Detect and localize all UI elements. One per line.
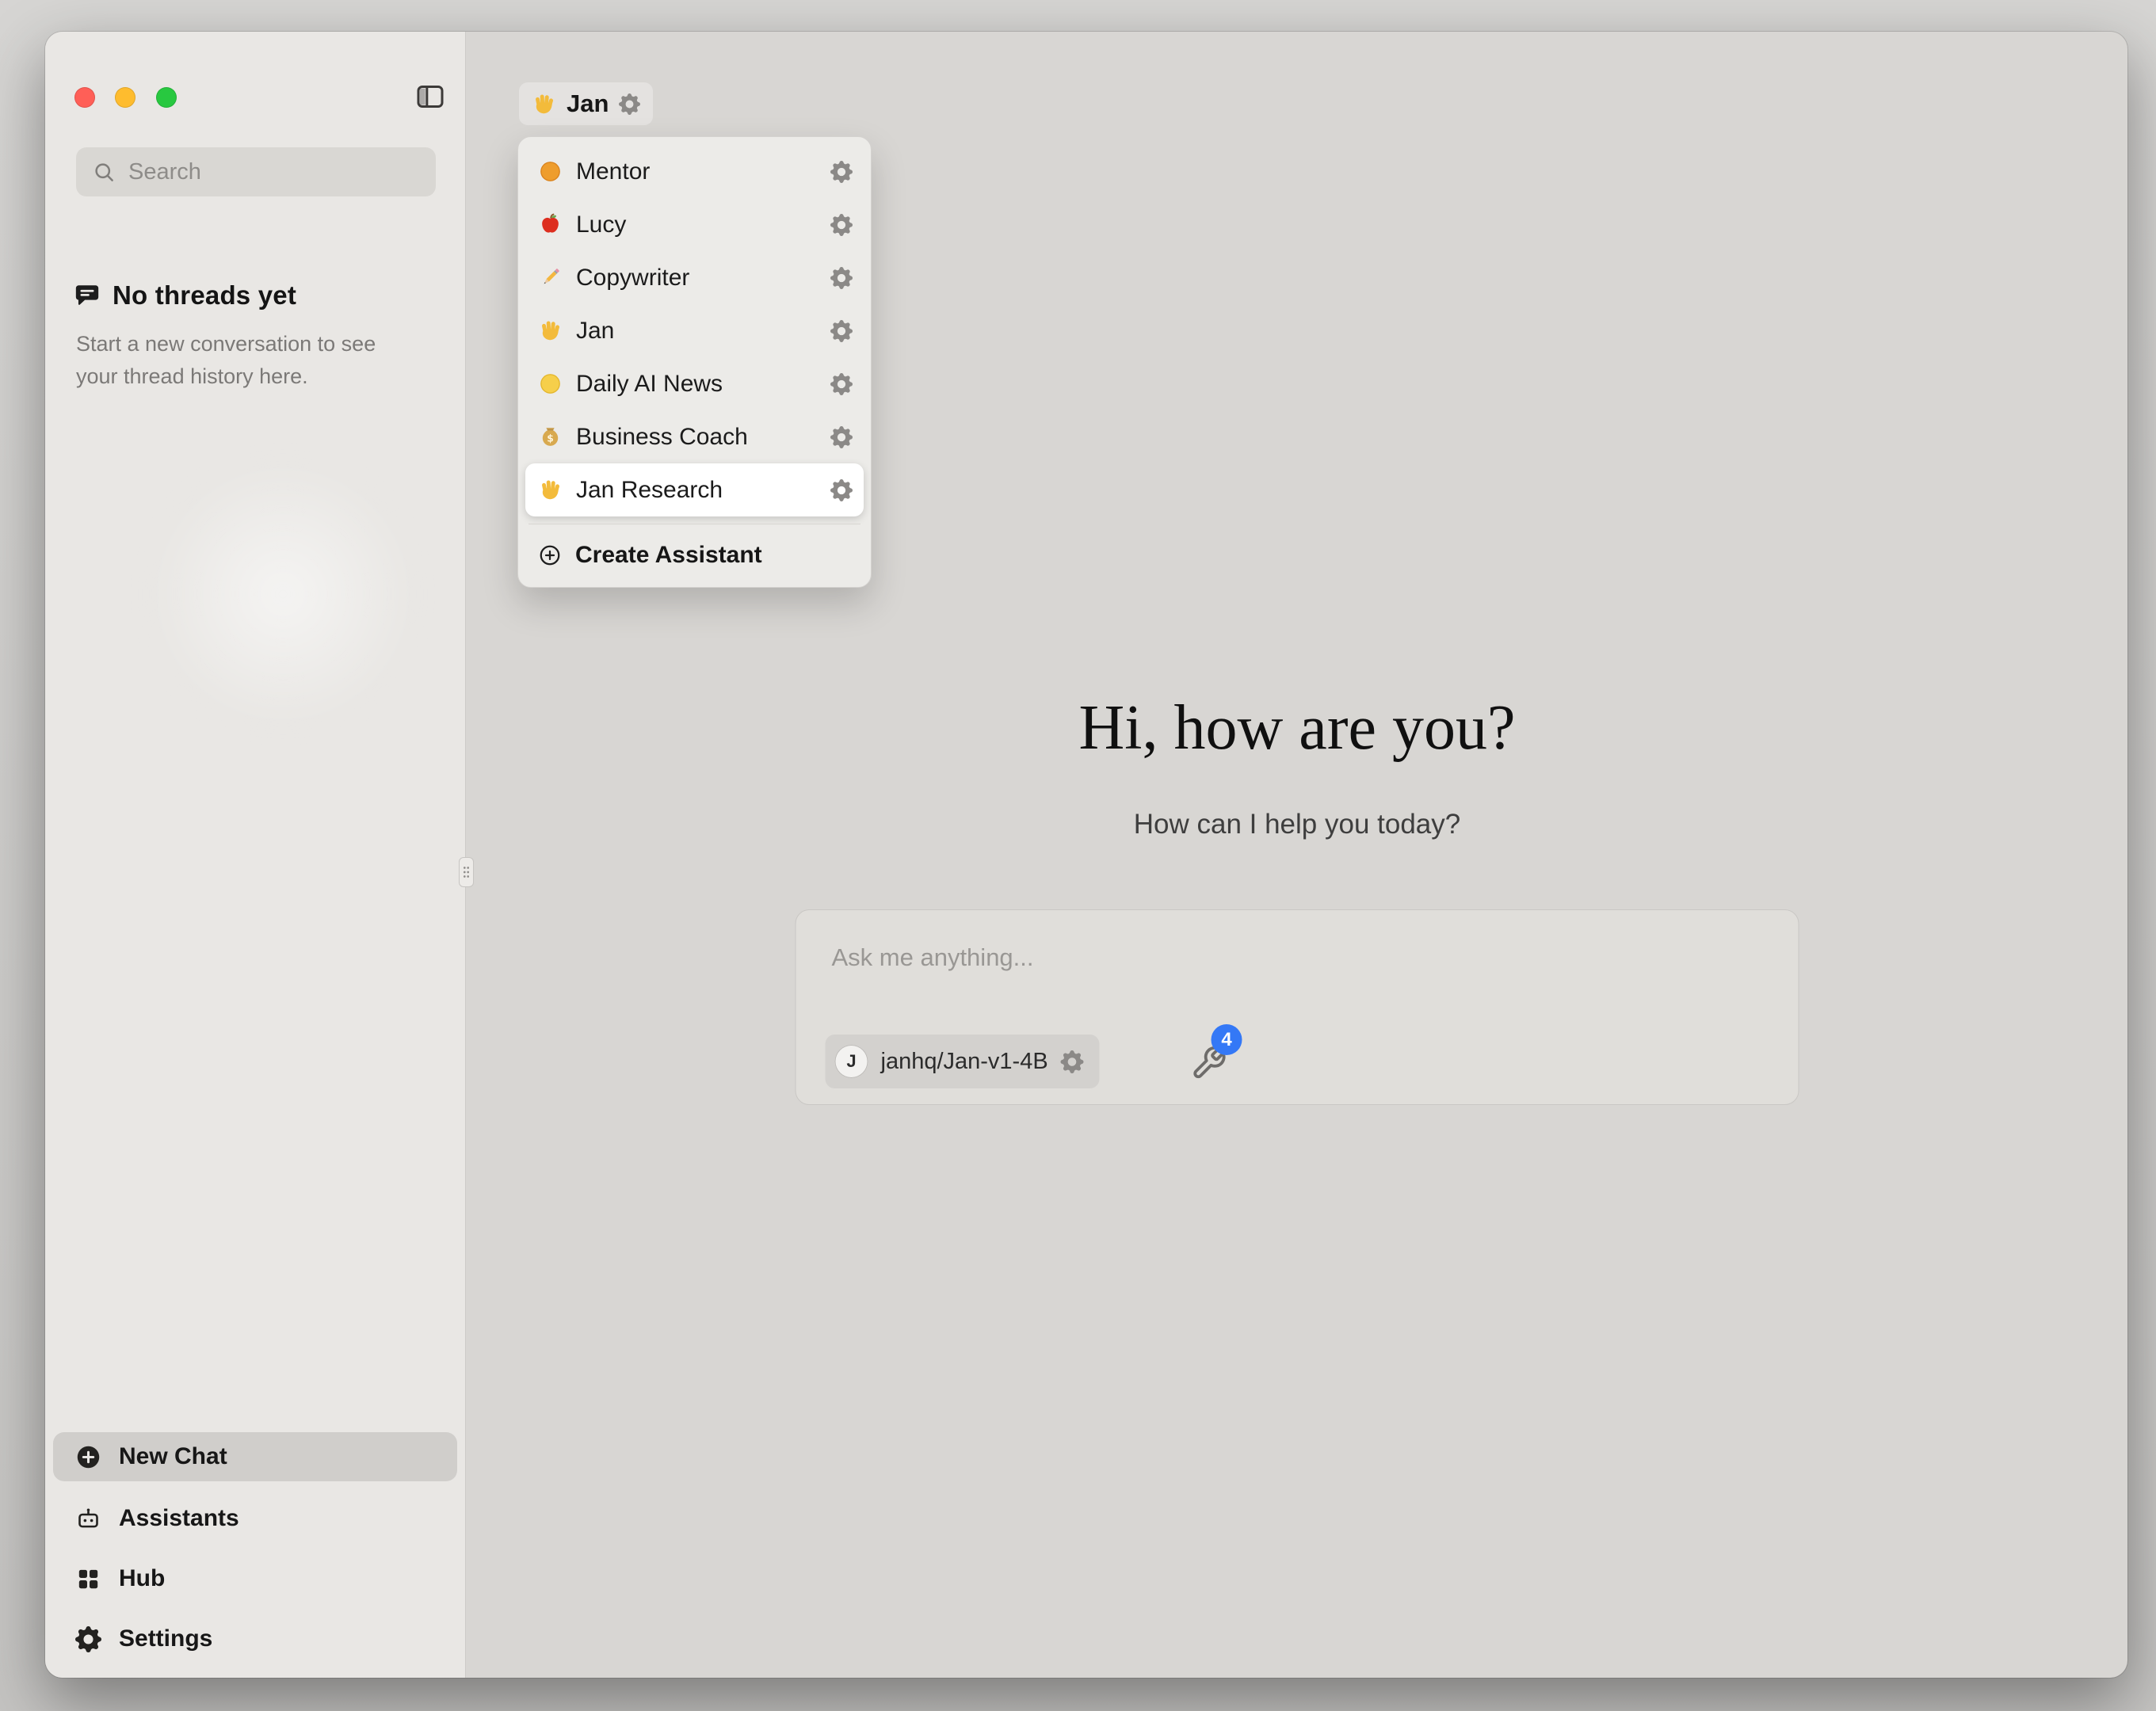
empty-state-title: No threads yet	[113, 280, 296, 311]
sidebar-item-settings[interactable]: Settings	[53, 1614, 457, 1663]
sidebar-item-label: New Chat	[119, 1443, 227, 1470]
model-selector[interactable]: J janhq/Jan-v1-4B	[826, 1035, 1100, 1088]
search-input[interactable]	[76, 147, 436, 196]
gear-icon[interactable]	[830, 373, 853, 395]
assistant-menu-item-mentor[interactable]: Mentor	[525, 145, 864, 198]
sidebar-resize-handle[interactable]	[459, 857, 474, 887]
greeting: Hi, how are you? How can I help you toda…	[467, 692, 2127, 840]
yellow-circle-emoji-icon	[538, 372, 563, 396]
assistant-header-chip[interactable]: Jan	[519, 82, 653, 125]
close-button[interactable]	[74, 87, 95, 108]
chat-bubble-icon	[74, 282, 101, 309]
assistants-icon	[75, 1506, 101, 1532]
wave-emoji-icon	[538, 478, 563, 502]
assistant-menu-item-label: Lucy	[576, 211, 817, 238]
app-window: No threads yet Start a new conversation …	[45, 32, 2127, 1678]
chat-input[interactable]	[832, 936, 1763, 980]
sidebar: No threads yet Start a new conversation …	[45, 32, 466, 1678]
wave-emoji-icon	[538, 318, 563, 343]
model-name: janhq/Jan-v1-4B	[881, 1049, 1048, 1075]
assistant-menu-item-jan-research[interactable]: Jan Research	[525, 463, 864, 516]
gear-icon[interactable]	[830, 267, 853, 289]
apple-emoji-icon	[538, 212, 563, 237]
gear-icon[interactable]	[830, 426, 853, 448]
sidebar-item-assistants[interactable]: Assistants	[53, 1494, 457, 1543]
assistant-menu-item-label: Daily AI News	[576, 371, 817, 398]
gear-icon[interactable]	[830, 479, 853, 501]
gear-icon[interactable]	[830, 161, 853, 183]
orange-circle-emoji-icon	[538, 159, 563, 184]
sidebar-item-label: Settings	[119, 1625, 212, 1652]
gear-icon	[75, 1626, 101, 1652]
search-icon	[92, 160, 116, 184]
gear-icon[interactable]	[830, 214, 853, 236]
minimize-button[interactable]	[115, 87, 135, 108]
svg-text:$: $	[547, 433, 554, 444]
sidebar-item-label: Assistants	[119, 1505, 239, 1532]
zoom-button[interactable]	[156, 87, 177, 108]
hub-grid-icon	[75, 1566, 101, 1592]
assistant-name: Jan	[567, 90, 609, 118]
search-box[interactable]	[76, 147, 436, 196]
sidebar-item-new-chat[interactable]: New Chat	[53, 1432, 457, 1481]
assistant-menu-item-label: Copywriter	[576, 265, 817, 292]
assistant-menu-item-label: Mentor	[576, 158, 817, 185]
assistant-menu-item-daily-ai-news[interactable]: Daily AI News	[525, 357, 864, 410]
sidebar-item-hub[interactable]: Hub	[53, 1554, 457, 1603]
gear-icon[interactable]	[619, 93, 640, 115]
plus-circle-icon	[75, 1444, 101, 1470]
model-avatar: J	[835, 1045, 868, 1078]
greeting-subtitle: How can I help you today?	[467, 809, 2127, 840]
sidebar-toggle-icon[interactable]	[414, 81, 446, 112]
wave-emoji-icon	[532, 92, 556, 116]
assistant-menu-item-label: Business Coach	[576, 424, 817, 451]
assistant-menu-item-label: Jan	[576, 318, 817, 345]
assistant-menu-item-business-coach[interactable]: $ Business Coach	[525, 410, 864, 463]
gear-icon[interactable]	[830, 320, 853, 342]
assistant-dropdown-menu: Mentor Lucy Copywriter Jan Daily AI News…	[517, 136, 872, 588]
greeting-title: Hi, how are you?	[467, 692, 2127, 764]
empty-state-description: Start a new conversation to see your thr…	[76, 328, 418, 392]
assistant-menu-item-label: Jan Research	[576, 477, 817, 504]
plus-circle-outline-icon	[538, 543, 562, 567]
grip-dots-icon	[462, 863, 471, 881]
pencil-emoji-icon	[538, 265, 563, 290]
chat-composer[interactable]: J janhq/Jan-v1-4B 4	[796, 909, 1799, 1105]
create-assistant-label: Create Assistant	[575, 542, 762, 569]
assistant-menu-item-lucy[interactable]: Lucy	[525, 198, 864, 251]
sidebar-item-label: Hub	[119, 1565, 165, 1592]
create-assistant-button[interactable]: Create Assistant	[525, 532, 864, 579]
assistant-menu-item-copywriter[interactable]: Copywriter	[525, 251, 864, 304]
model-gear-icon[interactable]	[1061, 1050, 1084, 1073]
assistant-menu-item-jan[interactable]: Jan	[525, 304, 864, 357]
money-bag-emoji-icon: $	[538, 425, 563, 449]
empty-state-header: No threads yet	[74, 280, 296, 311]
tools-count-badge: 4	[1212, 1024, 1242, 1055]
